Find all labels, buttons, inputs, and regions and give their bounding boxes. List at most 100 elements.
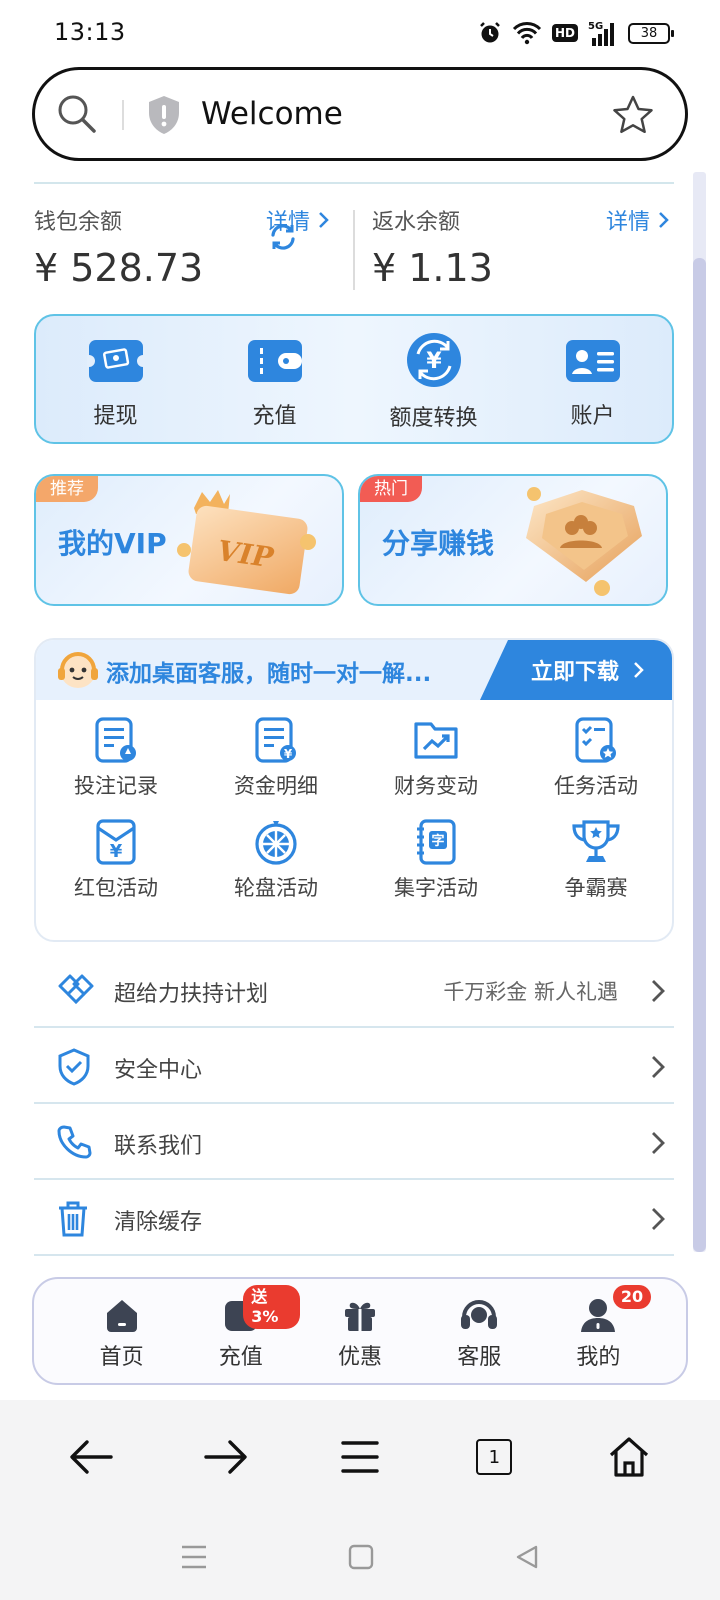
grid-item-label: 任务活动 xyxy=(554,774,638,798)
roulette-icon xyxy=(252,818,300,866)
home-square-icon[interactable] xyxy=(348,1544,374,1570)
quick-action-label: 提现 xyxy=(93,404,138,429)
quick-action-withdraw[interactable]: 提现 xyxy=(36,316,195,442)
svg-text:¥: ¥ xyxy=(426,349,442,374)
quick-action-recharge[interactable]: 充值 xyxy=(195,316,354,442)
address-text[interactable]: Welcome xyxy=(201,96,343,132)
address-bar[interactable]: Welcome xyxy=(32,67,688,161)
banner-text: 添加桌面客服，随时一对一解... xyxy=(106,661,432,687)
download-button[interactable]: 立即下载 xyxy=(480,640,672,700)
bet-record-icon xyxy=(92,716,140,764)
menu-icon[interactable] xyxy=(325,1422,395,1492)
trash-icon xyxy=(56,1200,90,1238)
grid-item-task[interactable]: 任务活动 xyxy=(516,716,672,800)
promo-title: 我的VIP xyxy=(58,527,167,560)
svg-text:字: 字 xyxy=(431,833,444,849)
promo-title: 分享赚钱 xyxy=(382,527,495,560)
tab-profile[interactable]: 我的 20 xyxy=(539,1279,658,1383)
list-item-label: 超给力扶持计划 xyxy=(114,982,269,1007)
bookmark-star-icon[interactable] xyxy=(611,93,655,137)
status-icons: HD 5G 38 xyxy=(478,18,674,48)
svg-text:5G: 5G xyxy=(588,21,603,32)
tab-switcher-button[interactable]: 1 xyxy=(459,1422,529,1492)
page-scrollbar[interactable] xyxy=(693,172,706,1252)
list-item-note: 千万彩金 新人礼遇 xyxy=(443,980,618,1004)
promo-vip-card[interactable]: 推荐 我的VIP VIP xyxy=(34,474,344,606)
settings-list: 超给力扶持计划 千万彩金 新人礼遇 安全中心 联系我们 清除缓存 xyxy=(34,952,674,1256)
tab-customer-service[interactable]: 客服 xyxy=(420,1279,539,1383)
quick-actions: 提现 充值 ¥ 额度转换 账户 xyxy=(34,314,674,444)
grid-item-label: 轮盘活动 xyxy=(234,876,318,900)
tab-home[interactable]: 首页 xyxy=(62,1279,181,1383)
chevron-right-icon xyxy=(319,212,329,228)
promo-share-card[interactable]: 热门 分享赚钱 xyxy=(358,474,668,606)
list-item-support-plan[interactable]: 超给力扶持计划 千万彩金 新人礼遇 xyxy=(34,952,674,1028)
wallet-label: 钱包余额 xyxy=(34,210,123,235)
download-button-label: 立即下载 xyxy=(530,660,619,685)
mascot-icon xyxy=(56,648,100,692)
function-grid: 投注记录 ¥ 资金明细 财务变动 任务活动 ¥ 红包活动 轮盘活动 字 集字活动… xyxy=(36,716,672,902)
function-grid-card: 添加桌面客服，随时一对一解... 立即下载 投注记录 ¥ 资金明细 财务变动 任… xyxy=(34,638,674,942)
home-button-icon[interactable] xyxy=(594,1422,664,1492)
recharge-bonus-badge: 送3% xyxy=(243,1285,301,1329)
quick-action-transfer[interactable]: ¥ 额度转换 xyxy=(354,316,513,442)
address-bar-divider xyxy=(122,100,124,130)
alarm-icon xyxy=(478,21,502,45)
search-icon[interactable] xyxy=(55,92,99,136)
back-arrow-icon[interactable] xyxy=(56,1422,126,1492)
tab-promotions[interactable]: 优惠 xyxy=(300,1279,419,1383)
page-content: 钱包余额 详情 ¥ 528.73 返水余额 详情 ¥ 1.13 提现 充值 ¥ … xyxy=(0,172,720,1372)
list-item-security[interactable]: 安全中心 xyxy=(34,1028,674,1104)
grid-item-word-collect[interactable]: 字 集字活动 xyxy=(356,818,516,902)
headset-icon xyxy=(459,1297,499,1333)
battery-indicator: 38 xyxy=(628,22,674,44)
rebate-value: ¥ 1.13 xyxy=(372,246,493,290)
account-card-icon xyxy=(564,336,622,386)
signal-icon: 5G xyxy=(588,20,618,46)
grid-item-label: 投注记录 xyxy=(74,774,158,798)
trophy-icon xyxy=(570,818,622,866)
grid-item-bet-record[interactable]: 投注记录 xyxy=(36,716,196,800)
rebate-detail-label: 详情 xyxy=(605,210,650,235)
vip-card-art: VIP xyxy=(174,484,324,600)
promo-tag: 热门 xyxy=(360,476,422,502)
chevron-right-icon xyxy=(650,1130,666,1156)
grid-item-finance-change[interactable]: 财务变动 xyxy=(356,716,516,800)
grid-item-roulette[interactable]: 轮盘活动 xyxy=(196,818,356,902)
browser-toolbar: 1 xyxy=(0,1400,720,1514)
grid-item-label: 资金明细 xyxy=(234,774,318,798)
bottom-tab-bar: 首页 充值 送3% 优惠 客服 我的 20 xyxy=(32,1277,688,1385)
promo-tag: 推荐 xyxy=(36,476,98,502)
quick-action-account[interactable]: 账户 xyxy=(513,316,672,442)
rebate-detail-link[interactable]: 详情 xyxy=(606,204,670,236)
wifi-icon xyxy=(512,21,542,45)
forward-arrow-icon[interactable] xyxy=(191,1422,261,1492)
grid-item-label: 红包活动 xyxy=(74,876,158,900)
list-item-label: 联系我们 xyxy=(114,1134,203,1159)
svg-text:¥: ¥ xyxy=(284,747,293,761)
tab-label: 充值 xyxy=(218,1345,263,1370)
grid-item-fund-detail[interactable]: ¥ 资金明细 xyxy=(196,716,356,800)
list-item-contact[interactable]: 联系我们 xyxy=(34,1104,674,1180)
list-item-clear-cache[interactable]: 清除缓存 xyxy=(34,1180,674,1256)
share-badge-art xyxy=(518,484,648,600)
status-time: 13:13 xyxy=(54,18,126,46)
chevron-right-icon xyxy=(650,1054,666,1080)
back-triangle-icon[interactable] xyxy=(514,1544,540,1570)
red-envelope-icon: ¥ xyxy=(92,818,140,866)
tab-label: 我的 xyxy=(576,1345,621,1370)
refresh-icon[interactable] xyxy=(268,222,298,252)
grid-item-red-envelope[interactable]: ¥ 红包活动 xyxy=(36,818,196,902)
balance-separator xyxy=(353,210,355,290)
quick-action-label: 额度转换 xyxy=(389,406,478,431)
rebate-balance: 返水余额 详情 ¥ 1.13 xyxy=(372,202,670,292)
recent-apps-icon[interactable] xyxy=(180,1544,208,1570)
grid-item-label: 财务变动 xyxy=(394,774,478,798)
status-bar: 13:13 HD 5G 38 xyxy=(0,0,720,64)
scrollbar-thumb[interactable] xyxy=(693,258,706,1252)
grid-item-tournament[interactable]: 争霸赛 xyxy=(516,818,672,902)
shield-icon[interactable] xyxy=(145,94,183,136)
tab-label: 客服 xyxy=(457,1345,502,1370)
handshake-icon xyxy=(56,972,96,1008)
tab-recharge[interactable]: 充值 送3% xyxy=(181,1279,301,1383)
